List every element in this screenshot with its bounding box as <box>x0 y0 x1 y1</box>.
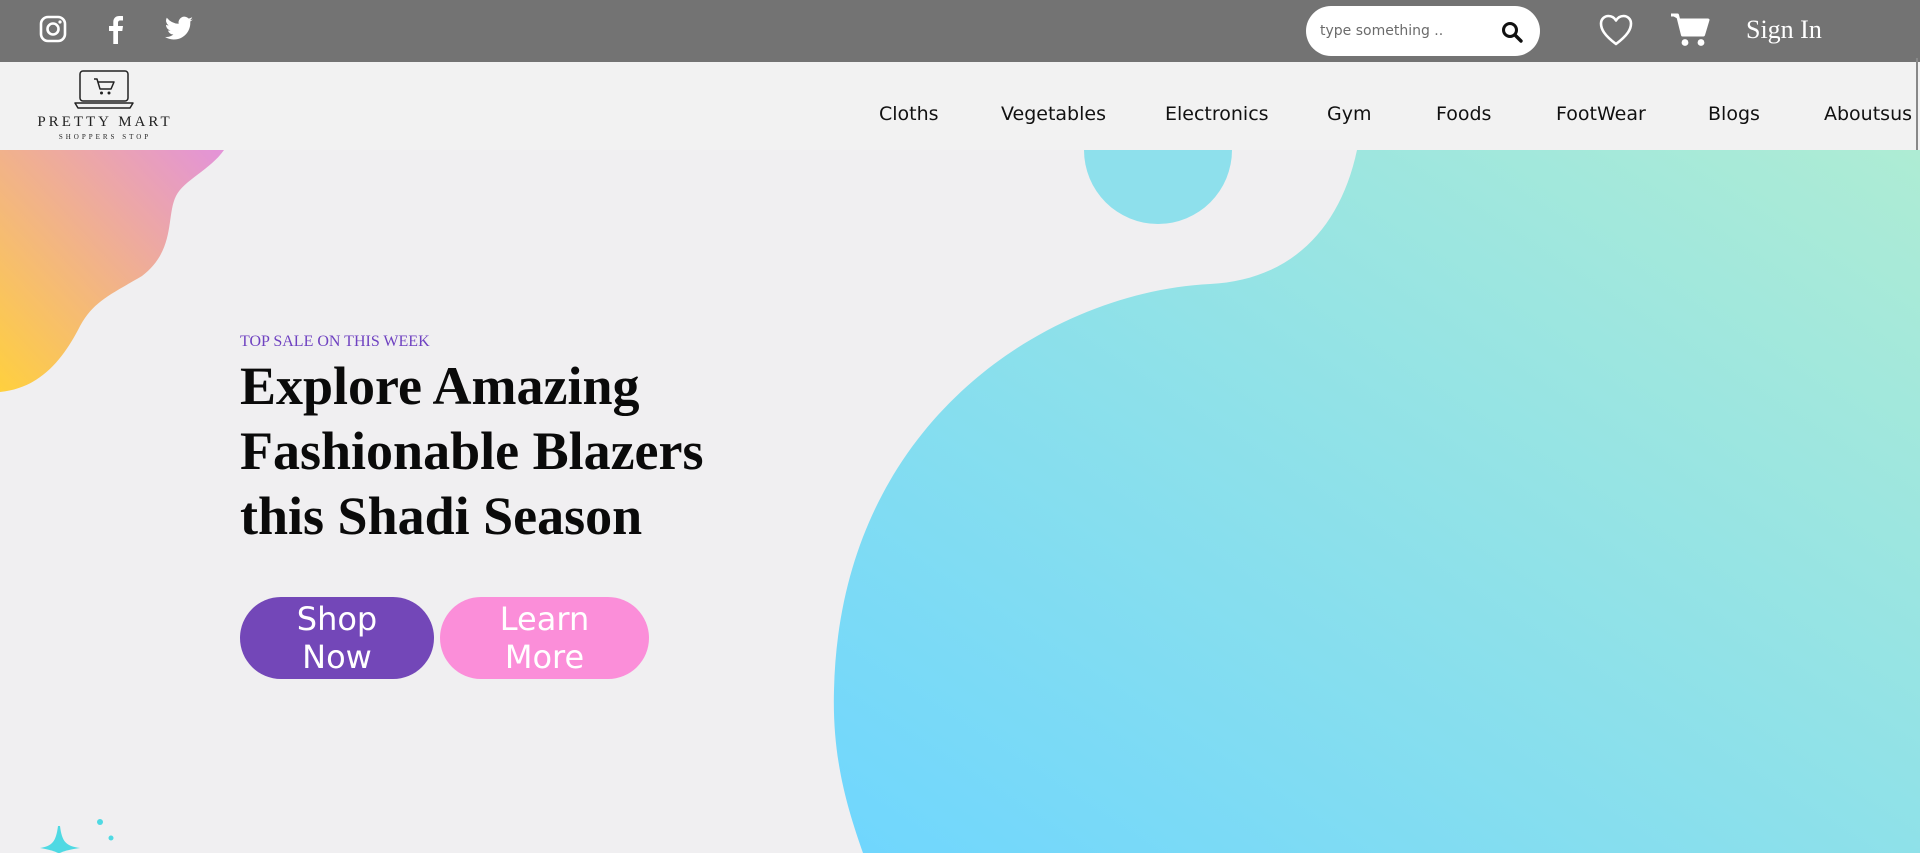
nav-item-electronics[interactable]: Electronics <box>1165 103 1269 125</box>
cart-icon[interactable] <box>1670 11 1710 49</box>
search-icon[interactable] <box>1500 20 1524 44</box>
nav-item-blogs[interactable]: Blogs <box>1708 103 1760 125</box>
cyan-half-circle <box>1084 150 1232 224</box>
nav-item-vegetables[interactable]: Vegetables <box>1001 103 1106 125</box>
hero-eyebrow: TOP SALE ON THIS WEEK <box>240 333 430 350</box>
sparkle-dot <box>108 835 114 841</box>
cyan-blob <box>833 150 1920 853</box>
nav-item-foods[interactable]: Foods <box>1436 103 1491 125</box>
nav-item-aboutsus[interactable]: Aboutsus <box>1824 103 1912 125</box>
sign-in-link[interactable]: Sign In <box>1746 15 1822 45</box>
sparkle-star <box>40 826 80 853</box>
top-bar: Sign In <box>0 0 1920 62</box>
instagram-icon[interactable] <box>38 14 68 44</box>
nav-item-cloths[interactable]: Cloths <box>879 103 939 125</box>
sparkle-dot <box>97 819 103 825</box>
headline-line: Explore Amazing <box>240 356 640 416</box>
nav-item-footwear[interactable]: FootWear <box>1556 103 1646 125</box>
brand-tagline: SHOPPERS STOP <box>58 133 152 141</box>
heart-icon[interactable] <box>1598 13 1634 47</box>
gradient-corner-blob <box>0 150 224 392</box>
main-navbar: PRETTY MART SHOPPERS STOP Cloths Vegetab… <box>0 62 1920 150</box>
shop-now-button[interactable]: Shop Now <box>240 597 434 679</box>
facebook-icon[interactable] <box>100 14 130 44</box>
twitter-icon[interactable] <box>164 14 194 44</box>
hero-headline: Explore Amazing Fashionable Blazers this… <box>240 354 840 549</box>
headline-line: this Shadi Season <box>240 486 643 546</box>
headline-line: Fashionable Blazers <box>240 421 704 481</box>
brand-name: PRETTY MART <box>37 114 173 130</box>
search-input[interactable] <box>1320 18 1490 44</box>
laptop-cart-icon <box>74 70 134 112</box>
learn-more-button[interactable]: Learn More <box>440 597 649 679</box>
nav-item-gym[interactable]: Gym <box>1327 103 1371 125</box>
brand-logo[interactable]: PRETTY MART SHOPPERS STOP <box>30 70 180 146</box>
